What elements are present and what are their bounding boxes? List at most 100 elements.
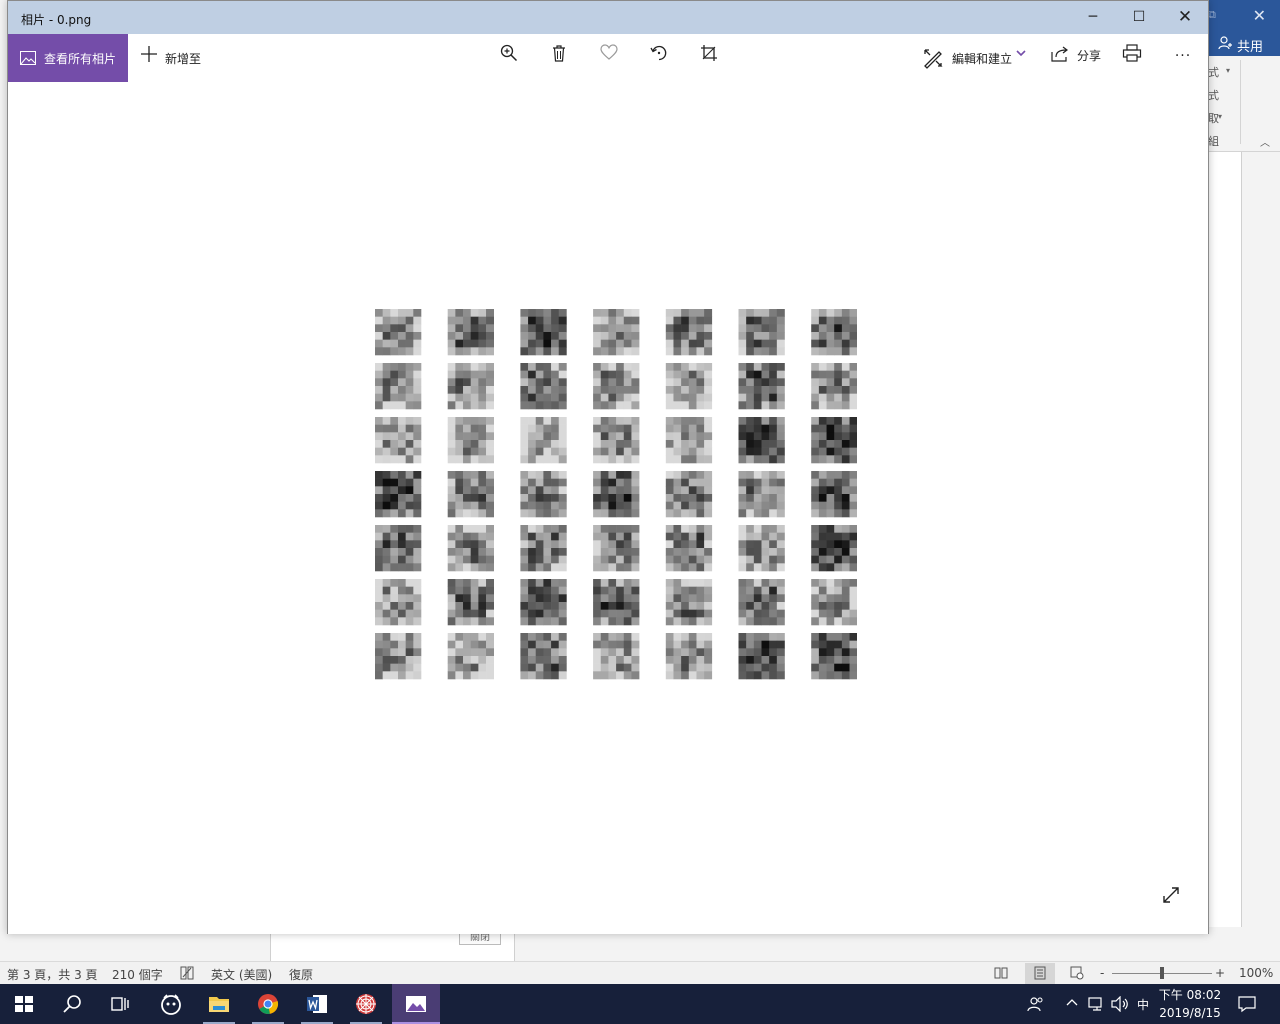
search-icon xyxy=(63,995,81,1013)
noise-patch xyxy=(811,525,857,572)
start-button[interactable] xyxy=(0,984,48,1024)
noise-patch xyxy=(520,363,567,410)
chevron-down-icon: ▾ xyxy=(1218,112,1223,121)
noise-patch xyxy=(593,363,640,410)
network-icon[interactable] xyxy=(1088,996,1106,1015)
input-method-indicator[interactable]: 中 xyxy=(1137,996,1149,1013)
close-button[interactable]: ✕ xyxy=(1162,1,1208,34)
word-app[interactable] xyxy=(293,984,341,1024)
noise-patch xyxy=(520,579,567,626)
media-player-icon xyxy=(161,994,181,1015)
page-count[interactable]: 第 3 頁，共 3 頁 xyxy=(7,966,98,983)
noise-patch xyxy=(665,417,713,464)
fullscreen-expand-icon[interactable] xyxy=(1161,885,1185,909)
word-share-label: 共用 xyxy=(1237,40,1264,55)
chrome-icon xyxy=(258,994,279,1014)
photos-app[interactable] xyxy=(392,984,440,1024)
people-icon[interactable] xyxy=(1027,996,1045,1015)
chrome-app[interactable] xyxy=(244,984,292,1024)
zoom-in-button[interactable]: + xyxy=(1215,966,1225,980)
noise-patch xyxy=(811,633,857,680)
ribbon-fragment-1: 式 xyxy=(1208,66,1219,79)
print-layout-icon[interactable] xyxy=(1025,963,1055,984)
edit-and-create-button[interactable]: 編輯和建立 xyxy=(920,46,1032,70)
collapse-ribbon-icon[interactable]: ︿ xyxy=(1260,134,1270,149)
noise-patch xyxy=(375,579,422,626)
spider-web-icon xyxy=(356,994,376,1014)
noise-patch xyxy=(447,363,494,410)
chevron-down-icon xyxy=(1016,49,1026,60)
add-to-label: 新增至 xyxy=(165,52,202,66)
noise-patch xyxy=(811,579,857,626)
web-layout-icon[interactable] xyxy=(1062,963,1092,984)
noise-patch xyxy=(593,579,640,626)
file-explorer-app[interactable] xyxy=(195,984,243,1024)
noise-patch xyxy=(447,309,494,356)
view-all-photos-button[interactable]: 查看所有相片 xyxy=(8,34,128,82)
plus-icon xyxy=(140,45,158,68)
noise-patch xyxy=(738,633,785,680)
ribbon-divider xyxy=(1240,60,1241,144)
zoom-out-button[interactable]: - xyxy=(1100,966,1104,980)
maximize-button[interactable]: ☐ xyxy=(1116,1,1162,34)
noise-patch xyxy=(593,309,640,356)
crop-icon[interactable] xyxy=(695,44,723,68)
add-to-button[interactable]: 新增至 xyxy=(136,34,216,82)
noise-patch xyxy=(738,309,785,356)
media-player-app[interactable] xyxy=(147,984,195,1024)
person-icon xyxy=(1218,36,1232,54)
proofing-icon[interactable] xyxy=(179,966,195,983)
share-icon xyxy=(1050,45,1070,66)
noise-patch xyxy=(738,417,785,464)
zoom-slider-thumb[interactable] xyxy=(1160,967,1164,979)
search-button[interactable] xyxy=(48,984,96,1024)
photos-titlebar[interactable]: 相片 - 0.png ─ ☐ ✕ xyxy=(8,1,1208,34)
action-center-icon[interactable] xyxy=(1238,995,1256,1016)
language-indicator[interactable]: 英文 (美國) xyxy=(211,966,272,983)
rotate-icon[interactable] xyxy=(645,44,673,68)
word-restore-button[interactable]: ⧉ xyxy=(1208,8,1216,22)
zoom-in-icon[interactable] xyxy=(495,44,523,68)
zoom-level[interactable]: 100% xyxy=(1239,966,1273,980)
noise-patch xyxy=(375,417,422,464)
show-hidden-icons-chevron-up-icon[interactable] xyxy=(1066,996,1078,1010)
photo-viewer-area[interactable] xyxy=(8,82,1208,934)
recovery-indicator: 復原 xyxy=(289,968,314,982)
noise-patch xyxy=(811,309,857,356)
edit-and-create-label: 編輯和建立 xyxy=(952,52,1013,66)
favorite-heart-icon[interactable] xyxy=(595,44,623,68)
more-options-button[interactable]: ... xyxy=(1168,44,1198,68)
noise-patch xyxy=(811,471,857,518)
word-ribbon-fragment: 式 ▾ 式 取 ▾ 組 ︿ xyxy=(1208,56,1280,152)
photos-icon xyxy=(406,996,426,1012)
task-view-button[interactable] xyxy=(96,984,144,1024)
task-view-icon xyxy=(111,997,129,1011)
share-label: 分享 xyxy=(1077,49,1102,63)
noise-patch xyxy=(738,471,785,518)
read-mode-icon[interactable] xyxy=(986,963,1016,984)
noise-patch xyxy=(593,471,640,518)
ribbon-fragment-4: 組 xyxy=(1208,135,1219,148)
word-count[interactable]: 210 個字 xyxy=(112,966,163,983)
folder-icon xyxy=(209,997,229,1012)
noise-patch xyxy=(520,309,567,356)
spider-app[interactable] xyxy=(342,984,390,1024)
ribbon-fragment-2: 式 xyxy=(1208,89,1219,102)
print-icon[interactable] xyxy=(1122,44,1150,68)
noise-patch xyxy=(593,633,640,680)
noise-patch xyxy=(665,309,713,356)
noise-patch xyxy=(665,363,713,410)
noise-patch xyxy=(520,471,567,518)
system-clock[interactable]: 下午 08:02 2019/8/15 xyxy=(1154,986,1226,1022)
volume-icon[interactable] xyxy=(1111,995,1129,1015)
noise-patch xyxy=(738,579,785,626)
noise-patch xyxy=(447,633,494,680)
word-share-button[interactable]: 共用 xyxy=(1208,32,1280,56)
minimize-button[interactable]: ─ xyxy=(1070,1,1116,34)
word-close-button[interactable]: ✕ xyxy=(1253,6,1266,25)
noise-patch xyxy=(593,417,640,464)
noise-patch xyxy=(447,525,494,572)
share-button[interactable]: 分享 xyxy=(1048,44,1106,68)
delete-icon[interactable] xyxy=(545,44,573,68)
noise-patch xyxy=(593,525,640,572)
